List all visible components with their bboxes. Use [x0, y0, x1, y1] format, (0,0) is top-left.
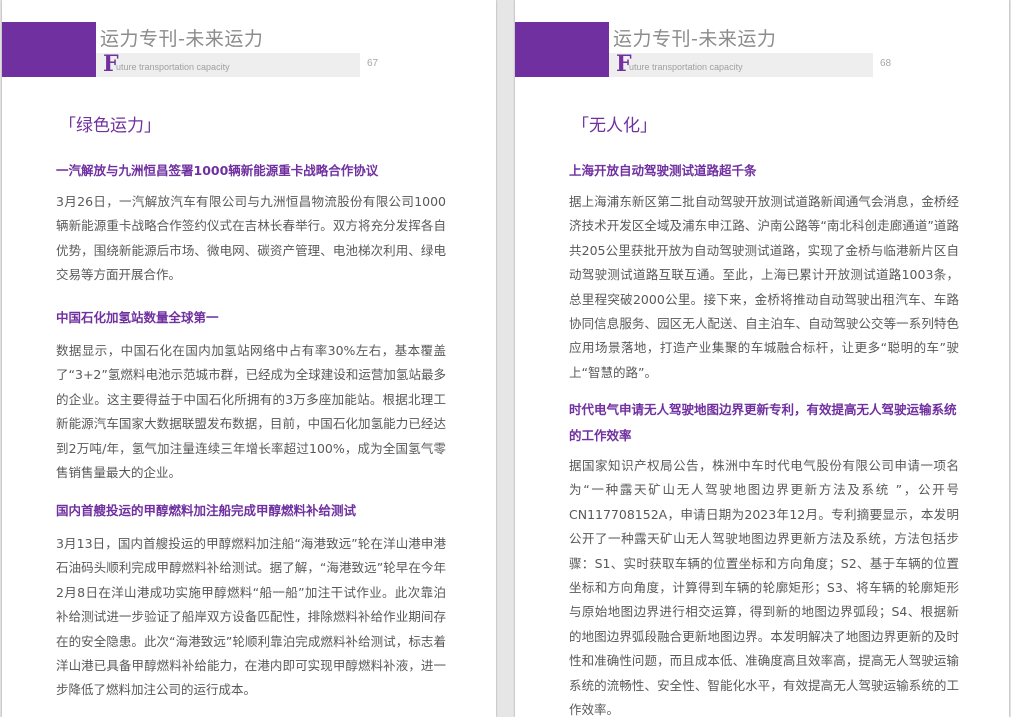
- article-body: 3月26日，一汽解放汽车有限公司与九洲恒昌物流股份有限公司1000辆新能源重卡战…: [56, 194, 446, 283]
- section-title: 「绿色运力」: [59, 116, 161, 136]
- article-body-block: 3月26日，一汽解放汽车有限公司与九洲恒昌物流股份有限公司1000辆新能源重卡战…: [56, 190, 446, 288]
- header-color-block: [2, 22, 96, 77]
- article-title: 国内首艘投运的甲醇燃料加注船完成甲醇燃料补给测试: [56, 503, 357, 518]
- page-67: 运力专刊-未来运力 F uture transportation capacit…: [2, 0, 496, 717]
- page-number: 67: [367, 58, 379, 69]
- article-body: 数据显示，中国石化在国内加氢站网络中占有率30%左右，基本覆盖了“3+2”氢燃料…: [56, 343, 446, 481]
- header-subtitle: uture transportation capacity: [116, 62, 230, 72]
- article: 国内首艘投运的甲醇燃料加注船完成甲醇燃料补给测试: [56, 498, 446, 524]
- header-title: 运力专刊-未来运力: [100, 28, 264, 50]
- article-body-block: 数据显示，中国石化在国内加氢站网络中占有率30%左右，基本覆盖了“3+2”氢燃料…: [56, 339, 446, 485]
- article-title: 中国石化加氢站数量全球第一: [56, 310, 219, 325]
- article: 一汽解放与九洲恒昌签署1000辆新能源重卡战略合作协议: [56, 158, 446, 184]
- page-68: 运力专刊-未来运力 F uture transportation capacit…: [515, 0, 1009, 717]
- article-title: 时代电气申请无人驾驶地图边界更新专利，有效提高无人驾驶运输系统的工作效率: [569, 402, 957, 443]
- article: 时代电气申请无人驾驶地图边界更新专利，有效提高无人驾驶运输系统的工作效率: [569, 397, 959, 449]
- article-body: 3月13日，国内首艘投运的甲醇燃料加注船“海港致远”轮在洋山港申港石油码头顺利完…: [56, 536, 446, 698]
- article-body: 据国家知识产权局公告，株洲中车时代电气股份有限公司申请一项名为“一种露天矿山无人…: [569, 458, 959, 717]
- article-body-block: 据上海浦东新区第二批自动驾驶开放测试道路新闻通气会消息，金桥经济技术开发区全域及…: [569, 190, 959, 385]
- header-title: 运力专刊-未来运力: [613, 28, 777, 50]
- article-body-block: 3月13日，国内首艘投运的甲醇燃料加注船“海港致远”轮在洋山港申港石油码头顺利完…: [56, 532, 446, 703]
- section-title: 「无人化」: [572, 116, 657, 136]
- article-title: 一汽解放与九洲恒昌签署1000辆新能源重卡战略合作协议: [56, 163, 379, 178]
- page-number: 68: [880, 58, 892, 69]
- article-body: 据上海浦东新区第二批自动驾驶开放测试道路新闻通气会消息，金桥经济技术开发区全域及…: [569, 194, 959, 380]
- article: 中国石化加氢站数量全球第一: [56, 305, 446, 331]
- article: 上海开放自动驾驶测试道路超千条: [569, 158, 959, 184]
- article-body-block: 据国家知识产权局公告，株洲中车时代电气股份有限公司申请一项名为“一种露天矿山无人…: [569, 454, 959, 717]
- header-color-block: [515, 22, 609, 77]
- article-title: 上海开放自动驾驶测试道路超千条: [569, 163, 757, 178]
- header-subtitle: uture transportation capacity: [629, 62, 743, 72]
